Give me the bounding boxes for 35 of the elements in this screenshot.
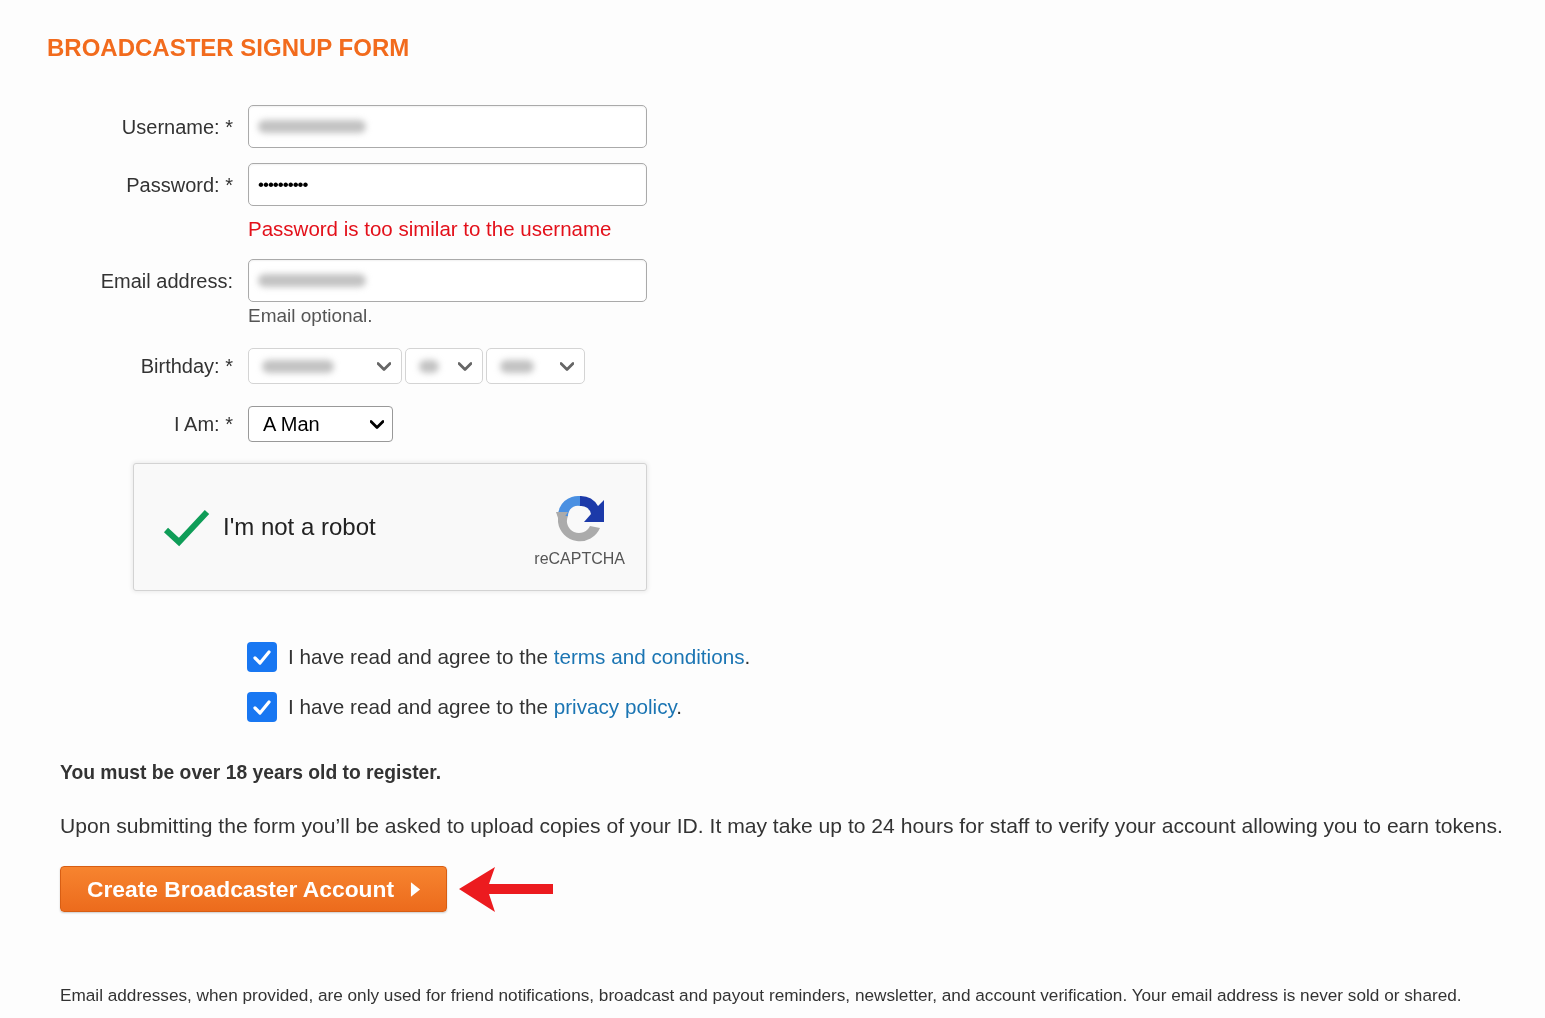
captcha-brand: reCAPTCHA [534, 550, 625, 568]
error-message: Password is too similar to the username [248, 219, 612, 239]
chevron-down-icon [377, 361, 391, 371]
caret-right-icon [410, 880, 421, 898]
dropdown[interactable] [486, 348, 585, 384]
hint-text: Email optional. [248, 306, 373, 326]
footer-note: Email addresses, when provided, are only used for friend notifications, broadcast and payout reminders, newsletter, and account verification. Your email address is never sold or shared. [60, 985, 1462, 1005]
checkbox[interactable] [247, 692, 277, 722]
field-label: I Am: * [174, 412, 233, 437]
check-icon [252, 698, 272, 716]
info-text: Upon submitting the form you’ll be asked to upload copies of your ID. It may take up to 24 hours for staff to verify your account allowing you to earn tokens. [60, 814, 1503, 838]
chevron-down-icon [370, 419, 384, 429]
dropdown[interactable] [405, 348, 483, 384]
agreement-text: I have read and agree to the privacy policy. [288, 694, 683, 721]
input-field[interactable] [248, 105, 647, 148]
field-label: Email address: [100, 268, 233, 294]
captcha-label: I'm not a robot [223, 512, 376, 542]
form-title: BROADCASTER SIGNUP FORM [47, 34, 410, 62]
policy-link[interactable]: privacy policy [553, 695, 677, 719]
arrow-icon [459, 866, 553, 912]
field-label: Birthday: * [140, 354, 233, 379]
create-account-button[interactable]: Create Broadcaster Account [60, 866, 447, 912]
checkbox[interactable] [247, 642, 277, 672]
password-field[interactable]: •••••••••• [248, 163, 647, 206]
chevron-down-icon [560, 361, 574, 371]
policy-link[interactable]: terms and conditions [553, 645, 745, 669]
dropdown[interactable]: A Man [248, 406, 393, 442]
check-icon [252, 648, 272, 666]
chevron-down-icon [458, 361, 472, 371]
dropdown[interactable] [248, 348, 402, 384]
field-label: Username: * [121, 114, 233, 140]
age-notice: You must be over 18 years old to register. [60, 761, 442, 785]
field-label: Password: * [126, 172, 233, 198]
input-field[interactable] [248, 259, 647, 302]
agreement-text: I have read and agree to the terms and conditions. [288, 644, 751, 671]
